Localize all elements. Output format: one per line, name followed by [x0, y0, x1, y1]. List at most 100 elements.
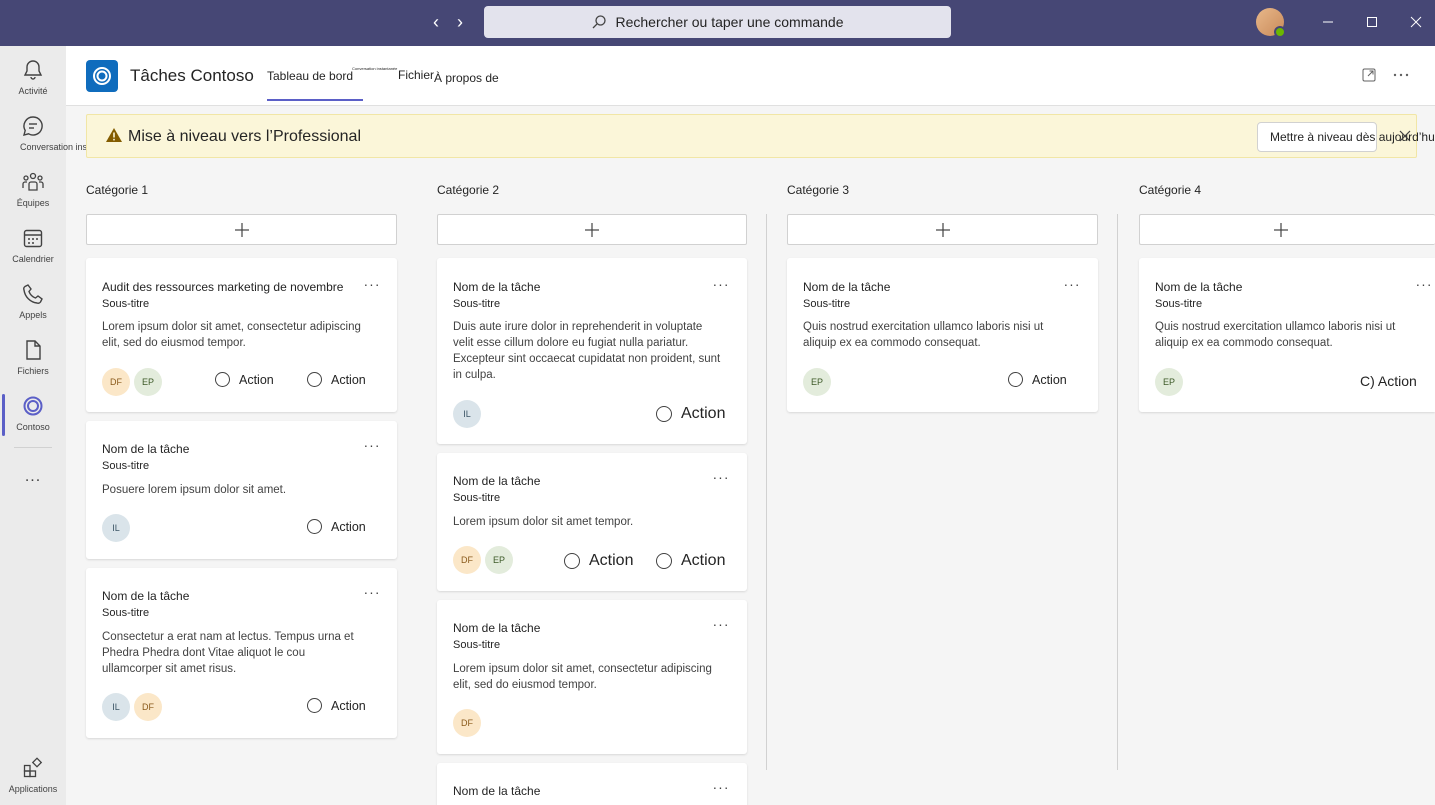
card-more-icon[interactable]: ···: [1414, 277, 1434, 292]
task-subtitle: Sous-titre: [102, 460, 150, 472]
action-radio[interactable]: Action: [564, 552, 633, 570]
card-more-icon[interactable]: ···: [711, 470, 731, 485]
maximize-icon[interactable]: [1357, 10, 1387, 34]
column-divider: [1117, 214, 1118, 770]
task-card[interactable]: Nom de la tâche ··· Sous-titre Quis nost…: [787, 258, 1098, 412]
rail-item-activity[interactable]: Activité: [0, 58, 66, 114]
task-title: Nom de la tâche: [102, 442, 190, 456]
task-title: Audit des ressources marketing de novemb…: [102, 280, 344, 294]
tab-chat[interactable]: Conversation instantanée: [352, 66, 397, 71]
add-task-button[interactable]: [787, 214, 1098, 245]
card-more-icon[interactable]: ···: [362, 585, 382, 600]
action-radio[interactable]: Action: [307, 698, 366, 713]
add-task-button[interactable]: [1139, 214, 1435, 245]
task-title: Nom de la tâche: [1155, 280, 1243, 294]
tab-file[interactable]: Fichier: [398, 68, 434, 82]
task-description: Quis nostrud exercitation ullamco labori…: [1155, 321, 1396, 349]
task-title: Nom de la tâche: [102, 589, 190, 603]
back-arrow-icon[interactable]: ‹: [426, 12, 446, 32]
upgrade-button[interactable]: Mettre à niveau dès aujourd’hui: [1257, 122, 1435, 152]
action-label: Action: [589, 552, 634, 569]
rail-item-calendar[interactable]: Calendrier: [0, 226, 66, 282]
more-options-icon[interactable]: [1392, 66, 1410, 84]
card-more-icon[interactable]: ···: [362, 438, 382, 453]
action-button[interactable]: C) Action: [1360, 373, 1417, 389]
task-subtitle: Sous-titre: [453, 639, 501, 651]
action-radio[interactable]: Action: [307, 372, 366, 387]
radio-circle-icon: [307, 372, 322, 387]
avatar: EP: [485, 546, 513, 574]
task-title: Nom de la tâche: [453, 474, 541, 488]
search-icon: [593, 15, 607, 29]
tab-dashboard[interactable]: Tableau de bord: [267, 69, 364, 101]
search-placeholder: Rechercher ou taper une commande: [615, 14, 844, 30]
plus-icon: [935, 222, 950, 237]
rail-item-teams[interactable]: Équipes: [0, 170, 66, 226]
task-description: Lorem ipsum dolor sit amet, consectetur …: [453, 663, 712, 691]
avatar: DF: [102, 368, 130, 396]
action-radio[interactable]: Action: [307, 519, 366, 534]
task-card[interactable]: Nom de la tâche ···: [437, 763, 747, 805]
task-card[interactable]: Nom de la tâche ··· Sous-titre Posuere l…: [86, 421, 397, 559]
tab-about[interactable]: À propos de: [434, 71, 499, 85]
task-card[interactable]: Nom de la tâche ··· Sous-titre Lorem ips…: [437, 453, 747, 591]
action-radio[interactable]: Action: [656, 552, 725, 570]
avatar: IL: [453, 400, 481, 428]
rail-label: Appels: [19, 310, 47, 320]
rail-item-calls[interactable]: Appels: [0, 282, 66, 338]
column-title: Catégorie 4: [1139, 183, 1202, 197]
task-card[interactable]: Nom de la tâche ··· Sous-titre Quis nost…: [1139, 258, 1435, 412]
plus-icon: [585, 222, 599, 237]
rail-label: Calendrier: [12, 254, 54, 264]
app-header: Tâches Contoso Tableau de bord Conversat…: [66, 46, 1435, 106]
task-card[interactable]: Nom de la tâche ··· Sous-titre Duis aute…: [437, 258, 747, 444]
add-task-button[interactable]: [86, 214, 397, 245]
rail-label: Contoso: [16, 422, 50, 432]
popout-icon[interactable]: [1360, 66, 1378, 84]
task-card[interactable]: Nom de la tâche ··· Sous-titre Lorem ips…: [437, 600, 747, 754]
card-more-icon[interactable]: ···: [711, 277, 731, 292]
task-title: Nom de la tâche: [453, 784, 541, 798]
card-more-icon[interactable]: ···: [711, 780, 731, 795]
radio-circle-icon: [307, 519, 322, 534]
column-title: Catégorie 2: [437, 183, 500, 197]
more-apps-icon[interactable]: ...: [0, 468, 66, 488]
card-more-icon[interactable]: ···: [711, 617, 731, 632]
avatar: DF: [453, 546, 481, 574]
column-divider: [766, 214, 767, 770]
search-input[interactable]: Rechercher ou taper une commande: [484, 6, 951, 38]
action-radio[interactable]: Action: [1008, 372, 1067, 387]
rail-item-files[interactable]: Fichiers: [0, 338, 66, 394]
card-more-icon[interactable]: ···: [362, 277, 382, 292]
minimize-icon[interactable]: [1313, 10, 1343, 34]
action-radio[interactable]: Action: [215, 372, 274, 387]
avatar: EP: [1155, 368, 1183, 396]
forward-arrow-icon[interactable]: ›: [450, 12, 470, 32]
apps-icon: [23, 757, 43, 778]
action-radio[interactable]: Action: [656, 405, 725, 423]
add-task-button[interactable]: [437, 214, 747, 245]
contoso-logo-icon: [93, 67, 111, 85]
task-subtitle: Sous-titre: [453, 298, 501, 310]
user-avatar[interactable]: [1256, 8, 1286, 38]
task-title: Nom de la tâche: [453, 621, 541, 635]
rail-item-contoso[interactable]: Contoso: [0, 394, 66, 450]
radio-circle-icon: [564, 553, 580, 569]
rail-label: Applications: [8, 784, 58, 794]
rail-item-apps[interactable]: Applications: [0, 756, 66, 805]
avatar: DF: [134, 693, 162, 721]
close-icon[interactable]: [1396, 127, 1414, 145]
action-label: Action: [1032, 372, 1067, 387]
column-title: Catégorie 3: [787, 183, 850, 197]
radio-circle-icon: [307, 698, 322, 713]
radio-circle-icon: [656, 553, 672, 569]
rail-item-chat[interactable]: Conversation instantanée: [0, 114, 122, 170]
chat-icon: [23, 116, 43, 136]
card-more-icon[interactable]: ···: [1062, 277, 1082, 292]
task-card[interactable]: Nom de la tâche ··· Sous-titre Consectet…: [86, 568, 397, 738]
task-title: Nom de la tâche: [803, 280, 891, 294]
task-card[interactable]: Audit des ressources marketing de novemb…: [86, 258, 397, 412]
upgrade-banner: Mise à niveau vers l’Professional Mettre…: [86, 114, 1435, 158]
close-window-icon[interactable]: [1401, 10, 1431, 34]
contoso-icon: [23, 396, 43, 416]
